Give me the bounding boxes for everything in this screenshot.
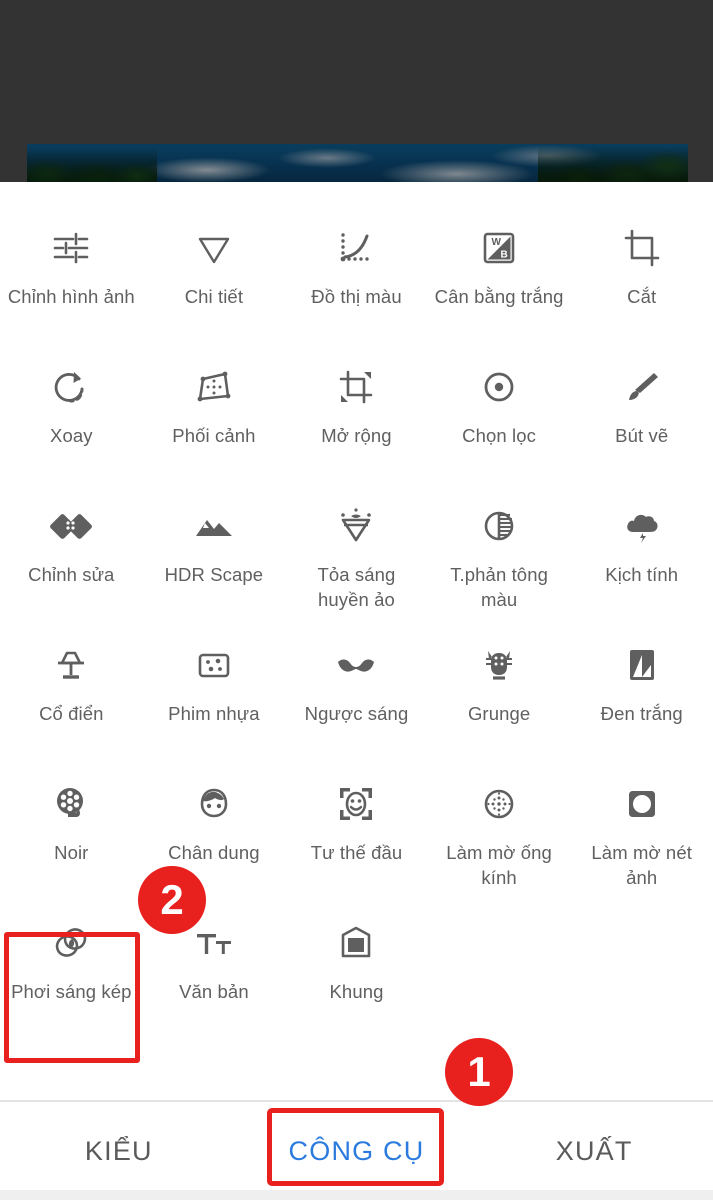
tool-label: Tỏa sáng huyền ảo xyxy=(317,564,396,610)
tool-label: Phối cảnh xyxy=(172,425,256,446)
tool-item-selective[interactable]: Chọn lọc xyxy=(428,359,571,498)
tool-item-vintage-lamp[interactable]: Cổ điển xyxy=(0,637,143,776)
tool-label: Tư thế đầu xyxy=(310,842,403,863)
tool-item-drama-cloud[interactable]: Kịch tính xyxy=(570,498,713,637)
tool-label: Chỉnh sửa xyxy=(28,564,115,585)
tool-label: Chỉnh hình ảnh xyxy=(7,286,135,307)
tool-item-double-exposure[interactable]: Phơi sáng kép xyxy=(0,915,143,1054)
grunge-icon xyxy=(471,637,527,693)
tool-label: Cân bằng trắng xyxy=(434,286,564,307)
tool-label: Xoay xyxy=(50,425,93,446)
black-white-icon xyxy=(614,637,670,693)
tool-label: Khung xyxy=(329,981,384,1002)
grainy-film-icon xyxy=(186,637,242,693)
portrait-face-icon xyxy=(186,776,242,832)
tool-label: HDR Scape xyxy=(164,564,264,585)
tools-sheet: Chỉnh hình ảnh Chi tiết Đồ thị màu W B Cân bằ… xyxy=(0,182,713,1200)
tool-label: Làm mờ nét ảnh xyxy=(591,842,692,888)
tool-label: Cắt xyxy=(627,286,657,307)
tool-item-brush[interactable]: Bút vẽ xyxy=(570,359,713,498)
tool-item-head-pose[interactable]: Tư thế đầu xyxy=(285,776,428,915)
tool-item-retrolux-moustache[interactable]: Ngược sáng xyxy=(285,637,428,776)
preview-dim-overlay xyxy=(27,144,688,184)
tool-item-crop[interactable]: Cắt xyxy=(570,220,713,359)
drama-cloud-icon xyxy=(614,498,670,554)
tab-kiểu[interactable]: KIỂU xyxy=(0,1102,238,1200)
tool-label: Chọn lọc xyxy=(462,425,536,446)
tool-item-tune-sliders[interactable]: Chỉnh hình ảnh xyxy=(0,220,143,359)
tool-label: Noir xyxy=(54,842,89,863)
tonal-contrast-icon xyxy=(471,498,527,554)
rotate-icon xyxy=(43,359,99,415)
tool-item-text[interactable]: Văn bản xyxy=(143,915,286,1054)
perspective-icon xyxy=(186,359,242,415)
tab-công-cụ[interactable]: CÔNG CỤ xyxy=(238,1102,476,1200)
tool-label: Đồ thị màu xyxy=(311,286,402,307)
tool-label: Ngược sáng xyxy=(304,703,409,724)
tool-label: Cổ điển xyxy=(39,703,104,724)
photo-preview-strip xyxy=(27,144,688,184)
tool-item-tonal-contrast[interactable]: T.phản tông màu xyxy=(428,498,571,637)
tool-item-expand[interactable]: Mở rộng xyxy=(285,359,428,498)
tool-label: Bút vẽ xyxy=(615,425,669,446)
tool-item-noir-film-reel[interactable]: Noir xyxy=(0,776,143,915)
tool-item-curves[interactable]: Đồ thị màu xyxy=(285,220,428,359)
tool-item-details-triangle[interactable]: Chi tiết xyxy=(143,220,286,359)
annotation-badge-1: 1 xyxy=(445,1038,513,1106)
lens-blur-icon xyxy=(471,776,527,832)
tool-item-glamour-glow[interactable]: Tỏa sáng huyền ảo xyxy=(285,498,428,637)
healing-patch-icon xyxy=(43,498,99,554)
tool-item-white-balance[interactable]: W B Cân bằng trắng xyxy=(428,220,571,359)
app-screen: Chỉnh hình ảnh Chi tiết Đồ thị màu W B Cân bằ… xyxy=(0,0,713,1200)
frames-icon xyxy=(328,915,384,971)
retrolux-moustache-icon xyxy=(328,637,384,693)
white-balance-icon: WB xyxy=(471,220,527,276)
bottom-tab-bar: KIỂU CÔNG CỤ XUẤT xyxy=(0,1102,713,1200)
tool-label: Kịch tính xyxy=(605,564,679,585)
tune-sliders-icon xyxy=(43,220,99,276)
crop-icon xyxy=(614,220,670,276)
tool-label: Chân dung xyxy=(168,842,260,863)
details-triangle-icon xyxy=(186,220,242,276)
tool-item-lens-blur[interactable]: Làm mờ ống kính xyxy=(428,776,571,915)
tool-label: T.phản tông màu xyxy=(450,564,548,610)
tool-label: Grunge xyxy=(467,703,531,724)
vintage-lamp-icon xyxy=(43,637,99,693)
tool-item-frames[interactable]: Khung xyxy=(285,915,428,1054)
tab-xuất[interactable]: XUẤT xyxy=(475,1102,713,1200)
tool-label: Đen trắng xyxy=(600,703,683,724)
annotation-badge-2: 2 xyxy=(138,866,206,934)
vignette-icon xyxy=(614,776,670,832)
noir-film-reel-icon xyxy=(43,776,99,832)
expand-icon xyxy=(328,359,384,415)
tool-item-rotate[interactable]: Xoay xyxy=(0,359,143,498)
tool-label: Mở rộng xyxy=(321,425,392,446)
tool-label: Chi tiết xyxy=(184,286,244,307)
tools-grid: Chỉnh hình ảnh Chi tiết Đồ thị màu W B Cân bằ… xyxy=(0,182,713,1100)
tool-label: Phơi sáng kép xyxy=(11,981,132,1002)
tool-label: Phim nhựa xyxy=(168,703,260,724)
brush-icon xyxy=(614,359,670,415)
tool-item-vignette[interactable]: Làm mờ nét ảnh xyxy=(570,776,713,915)
tool-label: Làm mờ ống kính xyxy=(446,842,552,888)
tool-item-grainy-film[interactable]: Phim nhựa xyxy=(143,637,286,776)
selective-icon xyxy=(471,359,527,415)
screen-bottom-edge xyxy=(0,1190,713,1200)
tool-label: Văn bản xyxy=(179,981,249,1002)
svg-text:B: B xyxy=(501,250,508,261)
head-pose-icon xyxy=(328,776,384,832)
mountains-icon xyxy=(186,498,242,554)
svg-text:W: W xyxy=(492,237,502,248)
tool-item-mountains[interactable]: HDR Scape xyxy=(143,498,286,637)
tool-item-perspective[interactable]: Phối cảnh xyxy=(143,359,286,498)
curves-icon xyxy=(328,220,384,276)
double-exposure-icon xyxy=(43,915,99,971)
glamour-glow-icon xyxy=(328,498,384,554)
tool-item-grunge[interactable]: Grunge xyxy=(428,637,571,776)
tool-item-healing-patch[interactable]: Chỉnh sửa xyxy=(0,498,143,637)
tool-item-black-white[interactable]: Đen trắng xyxy=(570,637,713,776)
